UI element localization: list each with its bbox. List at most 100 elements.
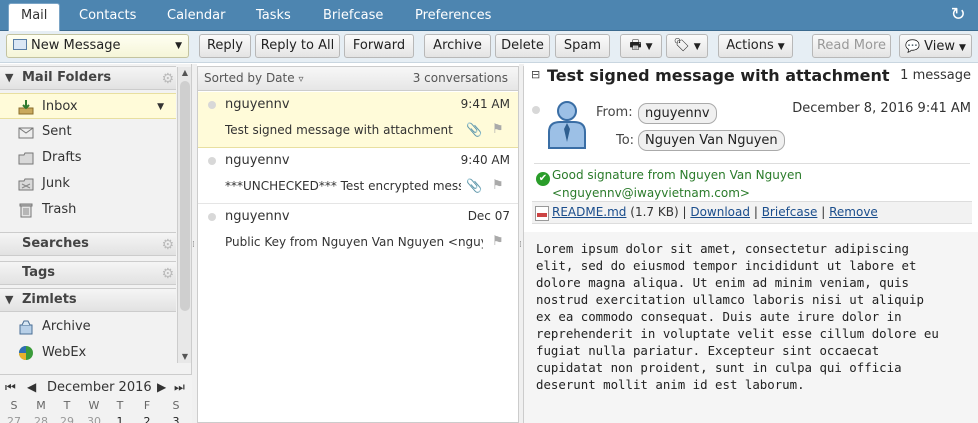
tab-contacts[interactable]: Contacts (67, 4, 148, 31)
remove-link[interactable]: Remove (829, 205, 878, 219)
message-time: 9:40 AM (460, 153, 510, 167)
sidebar-item-inbox[interactable]: Inbox ▼ (0, 93, 176, 119)
calendar-day[interactable]: 29 (57, 415, 77, 423)
briefcase-link[interactable]: Briefcase (762, 205, 818, 219)
zimlet-item-label: Archive (42, 319, 91, 334)
calendar-month: December 2016 (47, 380, 152, 395)
tag-button[interactable]: 🏷 ▼ (666, 34, 708, 58)
gear-icon[interactable]: ⚙ (161, 263, 174, 285)
previous-month-icon[interactable]: ◀ (27, 380, 36, 394)
inbox-icon (18, 100, 34, 115)
gear-icon[interactable]: ⚙ (161, 68, 174, 90)
actions-button[interactable]: Actions ▼ (718, 34, 793, 58)
calendar-day[interactable]: 2 (137, 415, 157, 423)
flag-icon[interactable]: ⚑ (492, 122, 504, 137)
sort-by-date-button[interactable]: Sorted by Date ▿ (204, 67, 304, 91)
mail-folders-label: Mail Folders (22, 70, 112, 85)
calendar-day[interactable]: 3 (166, 415, 186, 423)
collapse-conversation-icon[interactable]: ⊟ (531, 68, 540, 81)
speech-bubble-icon: 💬 (905, 39, 921, 53)
scroll-down-icon[interactable]: ▼ (178, 351, 192, 363)
separator: | (821, 205, 826, 219)
collapse-icon[interactable]: ▼ (5, 289, 13, 311)
app-tab-bar: Mail Contacts Calendar Tasks Briefcase P… (0, 0, 978, 32)
reply-button[interactable]: Reply (199, 34, 251, 58)
message-list: Sorted by Date ▿ 3 conversations nguyenn… (197, 66, 519, 423)
calendar-day[interactable]: 1 (110, 415, 130, 423)
spam-button[interactable]: Spam (555, 34, 610, 58)
flag-icon[interactable]: ⚑ (492, 234, 504, 249)
sidebar-item-drafts[interactable]: Drafts (0, 145, 176, 171)
chevron-down-icon[interactable]: ▼ (157, 94, 164, 120)
separator: | (682, 205, 687, 219)
download-link[interactable]: Download (690, 205, 750, 219)
sort-arrow-icon: ▿ (298, 74, 304, 85)
signature-line-1: Good signature from Nguyen Van Nguyen (552, 168, 802, 182)
sidebar-item-junk[interactable]: Junk (0, 171, 176, 197)
zimlets-header[interactable]: ▼ Zimlets (0, 288, 176, 312)
sidebar-item-label: Inbox (42, 99, 78, 114)
tab-briefcase[interactable]: Briefcase (311, 4, 395, 31)
sidebar-item-trash[interactable]: Trash (0, 197, 176, 223)
check-circle-icon: ✔ (536, 172, 550, 186)
refresh-icon[interactable]: ↻ (948, 5, 968, 25)
calendar-day[interactable]: 28 (31, 415, 51, 423)
next-month-icon[interactable]: ▶ (157, 380, 166, 394)
paperclip-icon: 📎 (466, 123, 483, 138)
sort-label: Sorted by Date (204, 71, 295, 85)
scrollbar-thumb[interactable] (180, 81, 190, 311)
tags-header[interactable]: Tags ⚙ (0, 261, 176, 285)
tab-calendar[interactable]: Calendar (155, 4, 237, 31)
print-button[interactable]: 🖶 ▼ (620, 34, 662, 58)
calendar-weekday: S (172, 399, 180, 412)
view-label: View (924, 39, 956, 54)
zimlet-item-archive[interactable]: Archive (0, 314, 176, 340)
flag-icon[interactable]: ⚑ (492, 178, 504, 193)
list-item[interactable]: nguyennv 9:40 AM ***UNCHECKED*** Test en… (198, 148, 518, 204)
reply-all-button[interactable]: Reply to All (255, 34, 340, 58)
read-more-button[interactable]: Read More (812, 34, 891, 58)
view-button[interactable]: 💬 View ▼ (899, 34, 972, 58)
tab-mail[interactable]: Mail (8, 3, 61, 32)
attachment-name-link[interactable]: README.md (552, 205, 626, 219)
tab-tasks[interactable]: Tasks (244, 4, 303, 31)
zimlet-item-webex[interactable]: WebEx (0, 340, 176, 366)
searches-header[interactable]: Searches ⚙ (0, 232, 176, 256)
calendar-weekday: S (10, 399, 18, 412)
read-status-icon[interactable] (532, 106, 540, 114)
message-subject: ***UNCHECKED*** Test encrypted message w… (225, 179, 461, 193)
new-message-button[interactable]: New Message ▼ (6, 34, 189, 58)
scroll-up-icon[interactable]: ▲ (178, 67, 192, 79)
calendar-day[interactable]: 27 (4, 415, 24, 423)
message-time: 9:41 AM (460, 97, 510, 111)
from-label: From: (596, 105, 633, 120)
list-item[interactable]: nguyennv Dec 07 Public Key from Nguyen V… (198, 204, 518, 260)
collapse-icon[interactable]: ▼ (5, 67, 13, 89)
chevron-down-icon[interactable]: ▼ (175, 35, 182, 57)
conversation-title: Test signed message with attachment (547, 66, 890, 85)
mail-folders-header[interactable]: ▼ Mail Folders ⚙ (0, 66, 176, 90)
archive-zimlet-icon (19, 320, 33, 335)
sender-bubble[interactable]: nguyennv (638, 103, 717, 124)
recipient-bubble[interactable]: Nguyen Van Nguyen (638, 130, 785, 151)
read-status-icon[interactable] (208, 101, 216, 109)
next-year-icon[interactable]: ⏭ (174, 380, 185, 395)
sidebar-item-sent[interactable]: Sent (0, 119, 176, 145)
gear-icon[interactable]: ⚙ (161, 234, 174, 256)
folder-scrollbar[interactable]: ▲ ▼ (177, 67, 191, 363)
message-count: 1 message (900, 68, 971, 83)
forward-button[interactable]: Forward (344, 34, 414, 58)
message-sender: nguyennv (225, 153, 290, 168)
archive-button[interactable]: Archive (424, 34, 491, 58)
sidebar-item-label: Trash (42, 202, 77, 217)
read-status-icon[interactable] (208, 213, 216, 221)
list-item[interactable]: nguyennv 9:41 AM Test signed message wit… (198, 92, 518, 148)
sidebar-item-label: Junk (42, 176, 70, 191)
delete-button[interactable]: Delete (495, 34, 550, 58)
tab-preferences[interactable]: Preferences (403, 4, 503, 31)
read-status-icon[interactable] (208, 157, 216, 165)
new-message-icon (13, 39, 27, 50)
previous-year-icon[interactable]: ⏮ (5, 380, 16, 395)
calendar-day[interactable]: 30 (84, 415, 104, 423)
sidebar-item-label: Drafts (42, 150, 82, 165)
